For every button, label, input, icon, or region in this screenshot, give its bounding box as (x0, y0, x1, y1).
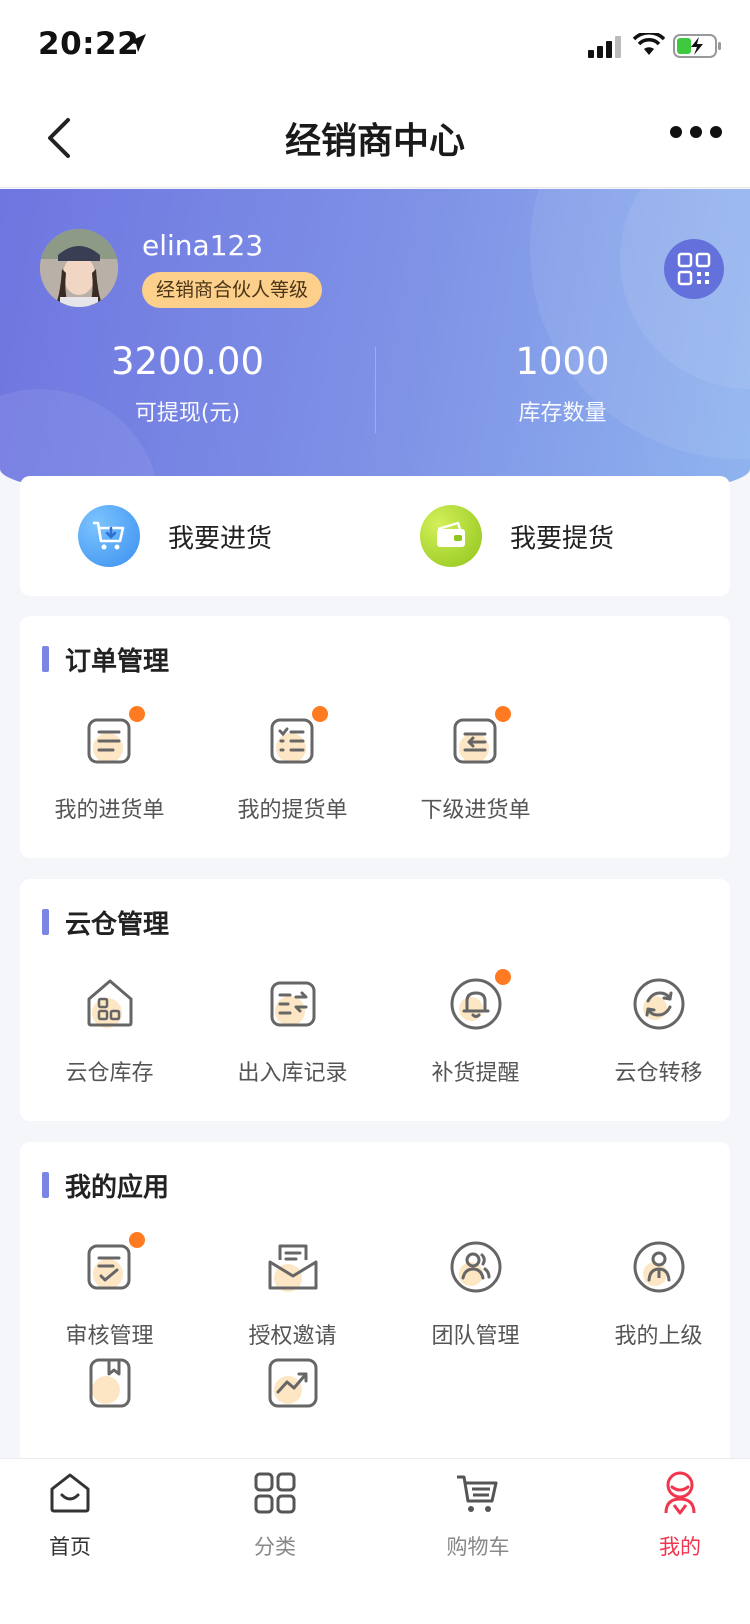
tab-home-label: 首页 (49, 1535, 91, 1559)
order-management-card: 订单管理 我的进货单 我的提货单 下级进货单 (20, 616, 730, 858)
stock-in-button[interactable]: 我要进货 (78, 504, 272, 568)
stock-value: 1000 (515, 340, 610, 383)
level-badge: 经销商合伙人等级 (142, 272, 323, 308)
profile-banner: elina123 经销商合伙人等级 3200.00 可提现(元) 1000 库存… (0, 189, 750, 509)
team-management-item[interactable]: 团队管理 (388, 1238, 563, 1350)
my-pickup-orders-item[interactable]: 我的提货单 (205, 706, 380, 824)
section-accent-bar (42, 646, 49, 672)
restock-reminder-item[interactable]: 补货提醒 (388, 969, 563, 1087)
pickup-label: 我要提货 (510, 523, 615, 554)
bookmark-icon (81, 1354, 139, 1412)
sub-stock-orders-item[interactable]: 下级进货单 (388, 706, 563, 824)
review-icon (81, 1232, 145, 1296)
bookmark-app-item[interactable] (22, 1354, 197, 1434)
my-apps-card: 我的应用 审核管理 授权邀请 团队管理 我的上级 (20, 1142, 730, 1472)
apps-section-title: 我的应用 (65, 1172, 170, 1203)
bell-icon (447, 969, 511, 1033)
grid-label: 授权邀请 (248, 1324, 337, 1349)
battery-charging-icon (673, 34, 721, 58)
grid-label: 出入库记录 (237, 1061, 348, 1086)
my-superior-item[interactable]: 我的上级 (571, 1238, 746, 1350)
username: elina123 (142, 229, 264, 262)
cart-icon (457, 1475, 498, 1512)
withdrawable-stat[interactable]: 3200.00 可提现(元) (0, 339, 375, 427)
trend-app-item[interactable] (205, 1354, 380, 1434)
profile-icon (664, 1471, 696, 1515)
bottom-tab-bar: 首页 分类 购物车 我的 (0, 1458, 750, 1624)
my-stock-orders-item[interactable]: 我的进货单 (22, 706, 197, 824)
withdrawable-label: 可提现(元) (134, 401, 241, 426)
tab-category-label: 分类 (254, 1535, 296, 1559)
quick-actions-card: 我要进货 我要提货 (20, 476, 730, 596)
notification-dot (494, 706, 511, 722)
tab-cart[interactable]: 购物车 (408, 1469, 548, 1561)
home-icon (50, 1473, 90, 1513)
section-title: 我的应用 (42, 1170, 169, 1203)
page-title: 经销商中心 (284, 121, 465, 162)
notification-dot (128, 1232, 145, 1248)
section-title: 订单管理 (42, 644, 169, 677)
grid-label: 云仓转移 (614, 1061, 703, 1086)
section-title: 云仓管理 (42, 907, 169, 940)
tab-mine-label: 我的 (659, 1535, 701, 1559)
grid-label: 团队管理 (431, 1324, 520, 1349)
cloud-warehouse-card: 云仓管理 云仓库存 出入库记录 补货提醒 云仓转移 (20, 879, 730, 1121)
stock-in-label: 我要进货 (168, 523, 273, 554)
invite-envelope-icon (264, 1238, 322, 1296)
pickup-button[interactable]: 我要提货 (420, 504, 614, 568)
sync-icon (630, 975, 688, 1033)
order-list-icon (81, 706, 145, 770)
grid-label: 补货提醒 (431, 1061, 520, 1086)
avatar-photo (40, 229, 118, 307)
cart-download-icon (78, 505, 140, 567)
sub-order-icon (447, 706, 511, 770)
section-accent-bar (42, 1172, 49, 1198)
team-icon (447, 1238, 505, 1296)
tab-category[interactable]: 分类 (205, 1469, 345, 1561)
qr-code-icon (677, 252, 711, 286)
status-bar: 20:22 (0, 0, 750, 88)
cellular-signal-icon (588, 36, 621, 58)
grid-label: 下级进货单 (420, 798, 531, 823)
stock-label: 库存数量 (518, 401, 607, 426)
cloud-section-title: 云仓管理 (65, 909, 170, 940)
tab-mine[interactable]: 我的 (610, 1469, 750, 1561)
notification-dot (128, 706, 145, 722)
notification-dot (311, 706, 328, 722)
checklist-icon (264, 706, 328, 770)
superior-icon (630, 1238, 688, 1296)
category-icon (254, 1472, 296, 1514)
tab-home[interactable]: 首页 (0, 1469, 140, 1561)
grid-label: 我的上级 (614, 1324, 703, 1349)
tab-cart-label: 购物车 (446, 1535, 510, 1559)
auth-invite-item[interactable]: 授权邀请 (205, 1238, 380, 1350)
location-arrow-icon (128, 34, 146, 52)
trend-chart-icon (264, 1354, 322, 1412)
status-time: 20:22 (38, 26, 140, 62)
inout-record-item[interactable]: 出入库记录 (205, 975, 380, 1087)
nav-bar: 经销商中心 (0, 88, 750, 188)
order-section-title: 订单管理 (65, 646, 170, 677)
notification-dot (494, 969, 511, 985)
grid-label: 我的进货单 (54, 798, 165, 823)
wallet-icon (420, 505, 482, 567)
grid-label: 审核管理 (65, 1324, 154, 1349)
withdrawable-value: 3200.00 (110, 340, 264, 383)
stock-stat[interactable]: 1000 库存数量 (375, 339, 750, 427)
review-management-item[interactable]: 审核管理 (22, 1232, 197, 1350)
grid-label: 云仓库存 (65, 1061, 154, 1086)
more-dots-icon[interactable] (668, 118, 724, 158)
grid-label: 我的提货单 (237, 798, 348, 823)
cloud-stock-item[interactable]: 云仓库存 (22, 975, 197, 1087)
warehouse-icon (81, 975, 139, 1033)
cloud-transfer-item[interactable]: 云仓转移 (571, 975, 746, 1087)
transfer-record-icon (264, 975, 322, 1033)
section-accent-bar (42, 909, 49, 935)
qr-code-button[interactable] (664, 239, 724, 299)
wifi-icon (633, 33, 665, 55)
avatar[interactable] (40, 229, 118, 307)
